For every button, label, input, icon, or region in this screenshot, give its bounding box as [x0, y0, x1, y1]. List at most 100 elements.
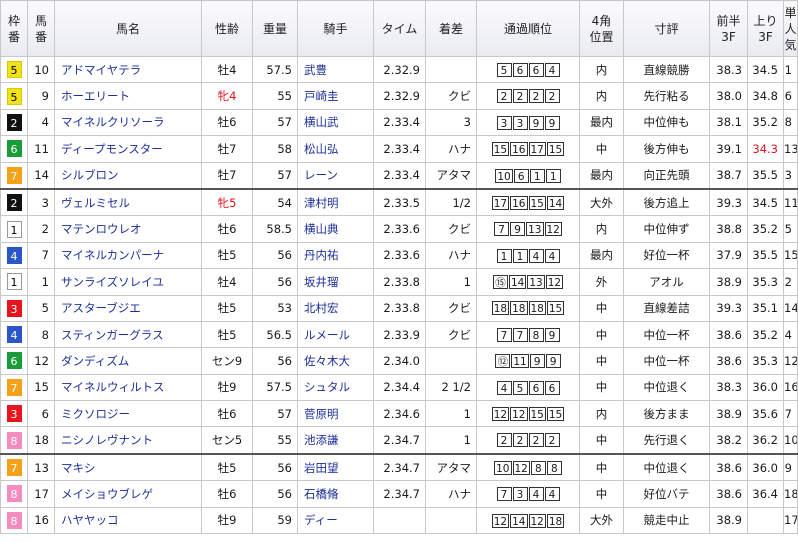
jockey-link[interactable]: 丹内祐	[297, 241, 374, 270]
jockey-link[interactable]: 坂井瑠	[297, 268, 374, 296]
corner-position: 9	[510, 222, 526, 237]
last-3f: 35.3	[747, 268, 784, 296]
jockey-link[interactable]: 菅原明	[297, 400, 374, 428]
header-umaban[interactable]: 馬番	[27, 0, 55, 57]
passing-order: 10 6 1 1	[495, 168, 561, 183]
header-jockey[interactable]: 騎手	[297, 0, 374, 57]
header-passing[interactable]: 通過順位	[476, 0, 580, 57]
corner-position: 5	[496, 62, 512, 77]
last-3f: 36.0	[747, 373, 784, 402]
frame-number-cell: 5	[0, 55, 28, 84]
jockey-link[interactable]: 岩田望	[297, 452, 374, 482]
horse-name-link[interactable]: アスターブジエ	[54, 294, 202, 322]
header-sex-age[interactable]: 性齢	[201, 0, 253, 57]
horse-name-link[interactable]: サンライズソレイユ	[54, 268, 202, 296]
frame-number-badge: 5	[6, 61, 22, 79]
frame-number-cell: 5	[0, 82, 28, 110]
corner-position: 2	[512, 433, 528, 448]
corner-position: ⑮	[492, 275, 508, 290]
corner4-position: 中	[579, 480, 624, 508]
jockey-link[interactable]: レーン	[297, 161, 374, 190]
jockey-link[interactable]: シュタル	[297, 373, 374, 402]
weight: 57.5	[252, 373, 298, 402]
weight: 57	[252, 400, 298, 428]
horse-name-link[interactable]: ニシノレヴナント	[54, 426, 202, 455]
horse-name-link[interactable]: スティンガーグラス	[54, 320, 202, 349]
horse-name-link[interactable]: マキシ	[54, 452, 202, 482]
horse-name-link[interactable]: マイネルウィルトス	[54, 373, 202, 402]
frame-number-cell: 3	[0, 294, 28, 322]
corner-position: 13	[526, 222, 544, 237]
jockey-link[interactable]: ディー	[297, 506, 374, 535]
jockey-link[interactable]: 横山典	[297, 215, 374, 243]
frame-number-badge: 8	[6, 511, 22, 529]
jockey-link[interactable]: 佐々木大	[297, 347, 374, 375]
margin: 3	[425, 108, 477, 137]
passing-order: ⑮ 14 13 12	[492, 275, 564, 290]
jockey-link[interactable]: 池添謙	[297, 426, 374, 455]
popularity: 11	[783, 187, 798, 217]
corner-position: 6	[528, 62, 544, 77]
passing-order-cell: ⑮ 14 13 12	[476, 268, 580, 296]
header-weight[interactable]: 重量	[252, 0, 298, 57]
header-last3f[interactable]: 上り 3F	[747, 0, 784, 57]
corner-position: 1	[496, 248, 512, 263]
weight: 58.5	[252, 215, 298, 243]
corner-position: 8	[530, 460, 546, 475]
horse-name-link[interactable]: マテンロウレオ	[54, 215, 202, 243]
corner-position: 4	[544, 487, 560, 502]
corner-position: 17	[528, 142, 546, 157]
corner-position: 15	[491, 142, 510, 157]
frame-number-cell: 7	[0, 161, 28, 190]
corner-position: 5	[512, 380, 528, 395]
header-comment[interactable]: 寸評	[623, 0, 710, 57]
horse-name-link[interactable]: アドマイヤテラ	[54, 55, 202, 84]
finish-time: 2.33.9	[373, 320, 426, 349]
finish-time: 2.33.4	[373, 161, 426, 190]
header-time[interactable]: タイム	[373, 0, 426, 57]
jockey-link[interactable]: 北村宏	[297, 294, 374, 322]
last-3f: 35.6	[747, 400, 784, 428]
jockey-link[interactable]: ルメール	[297, 320, 374, 349]
jockey-link[interactable]: 横山武	[297, 108, 374, 137]
weight: 57.5	[252, 55, 298, 84]
header-row: 枠番 馬番 馬名 性齢 重量 騎手 タイム 着差 通過順位 4角 位置 寸評 前半…	[0, 0, 798, 57]
horse-name-link[interactable]: ホーエリート	[54, 82, 202, 110]
jockey-link[interactable]: 武豊	[297, 55, 374, 84]
table-row: 6 12 ダンディズム セン9 56 佐々木大 2.34.0 ⑫ 11 9 9 中中位一杯 38.6 35…	[0, 347, 798, 375]
corner-position: 4	[496, 380, 512, 395]
horse-name-link[interactable]: メイショウブレゲ	[54, 480, 202, 508]
table-row: 7 14 シルブロン 牡7 57 レーン 2.33.4 アタマ 10 6 1 1 最内 向正先頭 38.7 3…	[0, 161, 798, 190]
horse-name-link[interactable]: ダンディズム	[54, 347, 202, 375]
horse-name-link[interactable]: マイネルクリソーラ	[54, 108, 202, 137]
corner-position: 1	[529, 168, 545, 183]
header-name[interactable]: 馬名	[54, 0, 202, 57]
header-margin[interactable]: 着差	[425, 0, 477, 57]
first-half-3f: 38.6	[709, 452, 748, 482]
last-3f: 35.2	[747, 320, 784, 349]
frame-number-cell: 2	[0, 108, 28, 137]
header-corner4[interactable]: 4角 位置	[579, 0, 624, 57]
first-half-3f: 39.3	[709, 187, 748, 217]
horse-name-link[interactable]: マイネルカンパーナ	[54, 241, 202, 270]
horse-name-link[interactable]: シルブロン	[54, 161, 202, 190]
horse-name-link[interactable]: ヴェルミセル	[54, 187, 202, 217]
corner4-position: 中	[579, 135, 624, 163]
corner-position: 9	[544, 327, 560, 342]
horse-name-link[interactable]: ミクソロジー	[54, 400, 202, 428]
corner-position: 9	[545, 354, 561, 369]
jockey-link[interactable]: 松山弘	[297, 135, 374, 163]
corner-position: 8	[546, 460, 562, 475]
horse-name-link[interactable]: ディープモンスター	[54, 135, 202, 163]
jockey-link[interactable]: 石橋脩	[297, 480, 374, 508]
jockey-link[interactable]: 戸崎圭	[297, 82, 374, 110]
corner-position: 2	[496, 89, 512, 104]
header-first3f[interactable]: 前半 3F	[709, 0, 748, 57]
jockey-link[interactable]: 津村明	[297, 187, 374, 217]
header-waku[interactable]: 枠番	[0, 0, 28, 57]
horse-name-link[interactable]: ハヤヤッコ	[54, 506, 202, 535]
margin: アタマ	[425, 452, 477, 482]
first-half-3f: 38.6	[709, 480, 748, 508]
header-popularity[interactable]: 単人気	[783, 0, 798, 57]
corner-position: 4	[544, 62, 560, 77]
